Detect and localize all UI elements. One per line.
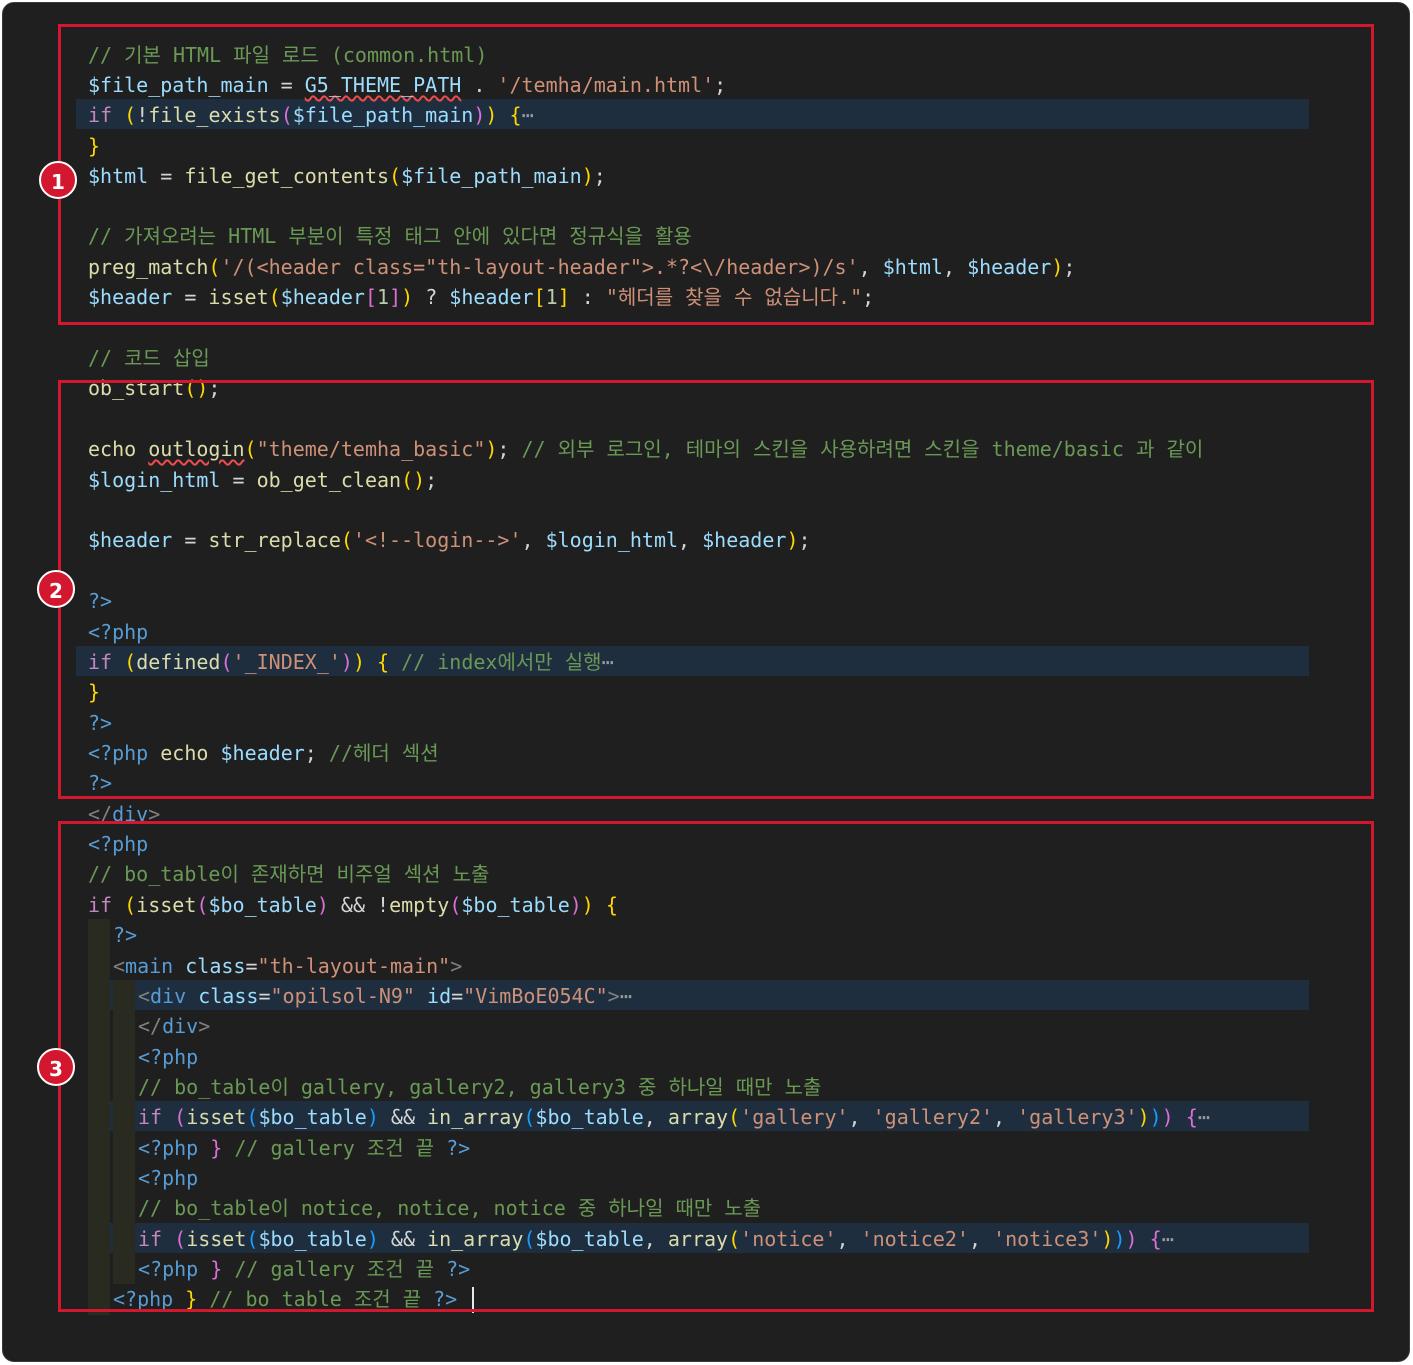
annotation-box-2 bbox=[58, 380, 1374, 799]
annotation-box-3 bbox=[58, 821, 1374, 1312]
annotation-box-1 bbox=[58, 24, 1374, 325]
annotation-badge-3: 3 bbox=[37, 1048, 75, 1086]
annotation-badge-2: 2 bbox=[37, 570, 75, 608]
code-line[interactable]: // 코드 삽입 bbox=[88, 343, 210, 373]
annotation-badge-1: 1 bbox=[39, 161, 77, 199]
